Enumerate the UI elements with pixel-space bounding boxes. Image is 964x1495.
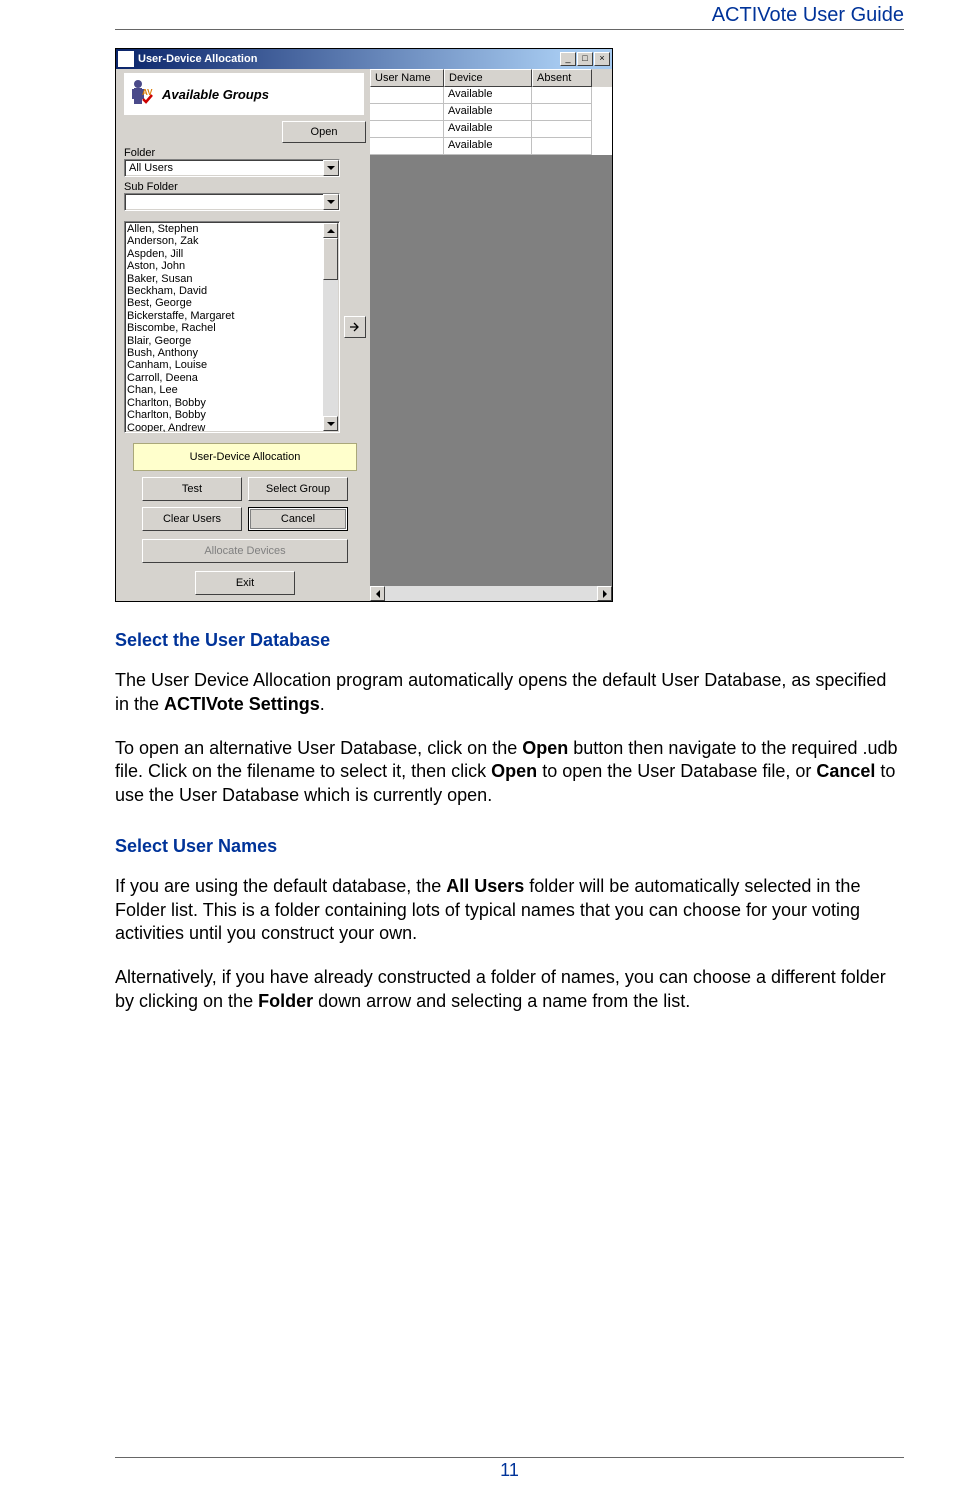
list-item[interactable]: Charlton, Bobby [127,397,323,409]
list-item[interactable]: Beckham, David [127,285,323,297]
table-cell [532,104,592,121]
scrollbar-vertical[interactable] [323,223,338,431]
scroll-thumb[interactable] [323,238,338,280]
folder-dropdown[interactable]: All Users [124,159,340,177]
minimize-button[interactable]: _ [560,52,576,66]
list-item[interactable]: Aston, John [127,260,323,272]
table-cell [370,138,444,155]
move-right-button[interactable] [344,316,366,338]
col-device[interactable]: Device [444,69,532,87]
page-header: ACTIVote User Guide [115,0,904,30]
person-check-icon: AV [126,77,156,111]
folder-label: Folder [124,147,366,159]
chevron-down-icon[interactable] [323,194,339,210]
cancel-button[interactable]: Cancel [248,507,348,531]
table-cell: Available [444,121,532,138]
subfolder-dropdown[interactable] [124,193,340,211]
list-item[interactable]: Cooper, Andrew [127,422,323,434]
allocation-table-pane: User Name Device Absent AvailableAvailab… [370,69,612,601]
list-item[interactable]: Carroll, Deena [127,372,323,384]
table-row[interactable]: Available [370,87,612,104]
table-cell: Available [444,138,532,155]
scroll-up-icon[interactable] [323,223,338,238]
table-cell: Available [444,104,532,121]
list-item[interactable]: Chan, Lee [127,384,323,396]
table-cell [532,138,592,155]
table-cell [370,104,444,121]
col-absent[interactable]: Absent [532,69,592,87]
open-button[interactable]: Open [282,121,366,143]
paragraph: To open an alternative User Database, cl… [115,737,904,808]
maximize-button[interactable]: □ [577,52,593,66]
list-item[interactable]: Bickerstaffe, Margaret [127,310,323,322]
window-titlebar: User-Device Allocation _ □ × [116,49,612,69]
clear-users-button[interactable]: Clear Users [142,507,242,531]
table-cell [370,121,444,138]
list-item[interactable]: Charlton, Bobby [127,409,323,421]
section-heading: Select User Names [115,836,904,857]
list-item[interactable]: Anderson, Zak [127,235,323,247]
allocate-devices-button: Allocate Devices [142,539,348,563]
scroll-down-icon[interactable] [323,416,338,431]
scroll-right-icon[interactable] [597,586,612,601]
exit-button[interactable]: Exit [195,571,295,595]
app-icon [118,51,134,67]
list-item[interactable]: Allen, Stephen [127,223,323,235]
table-cell [532,87,592,104]
table-cell [532,121,592,138]
table-cell [370,87,444,104]
users-listbox[interactable]: Allen, StephenAnderson, ZakAspden, JillA… [124,221,340,433]
table-row[interactable]: Available [370,121,612,138]
test-button[interactable]: Test [142,477,242,501]
chevron-down-icon[interactable] [323,160,339,176]
list-item[interactable]: Blair, George [127,335,323,347]
window-title: User-Device Allocation [138,53,560,65]
subfolder-label: Sub Folder [124,181,366,193]
scrollbar-horizontal[interactable] [370,586,612,601]
groups-label: Available Groups [162,87,269,102]
scroll-left-icon[interactable] [370,586,385,601]
col-user-name[interactable]: User Name [370,69,444,87]
available-groups-header: AV Available Groups [124,73,364,115]
table-row[interactable]: Available [370,138,612,155]
paragraph: Alternatively, if you have already const… [115,966,904,1014]
close-button[interactable]: × [594,52,610,66]
list-item[interactable]: Canham, Louise [127,359,323,371]
list-item[interactable]: Baker, Susan [127,273,323,285]
page-footer: 11 [0,1457,964,1481]
select-group-button[interactable]: Select Group [248,477,348,501]
user-device-allocation-window: User-Device Allocation _ □ × AV Availabl… [115,48,613,602]
paragraph: If you are using the default database, t… [115,875,904,946]
list-item[interactable]: Bush, Anthony [127,347,323,359]
list-item[interactable]: Aspden, Jill [127,248,323,260]
folder-value: All Users [129,162,173,174]
page-number: 11 [115,1460,904,1481]
section-heading: Select the User Database [115,630,904,651]
table-cell: Available [444,87,532,104]
panel-label: User-Device Allocation [133,443,357,471]
list-item[interactable]: Biscombe, Rachel [127,322,323,334]
list-item[interactable]: Best, George [127,297,323,309]
paragraph: The User Device Allocation program autom… [115,669,904,717]
table-row[interactable]: Available [370,104,612,121]
